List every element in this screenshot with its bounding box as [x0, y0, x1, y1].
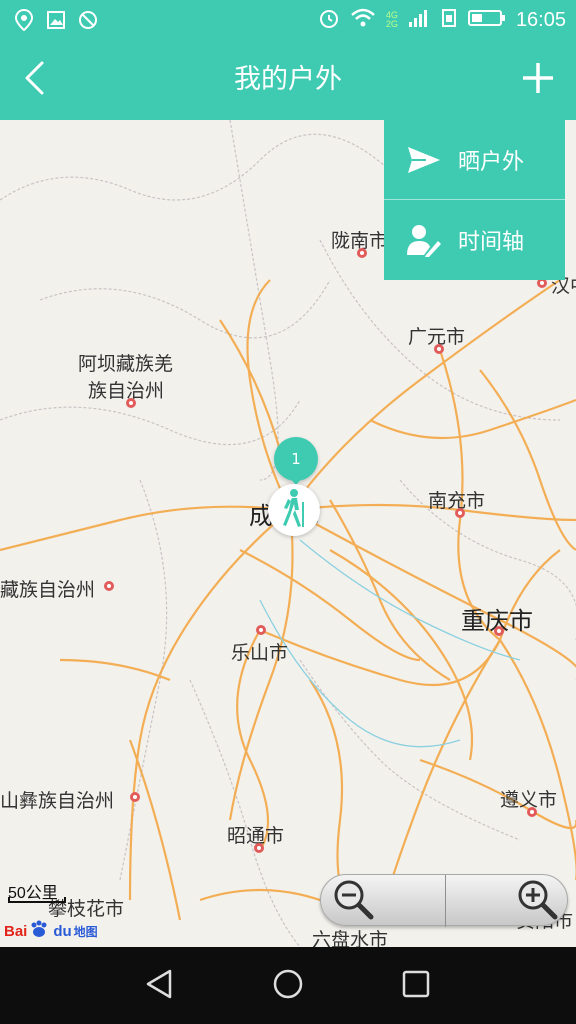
logo-ditu: 地图	[73, 924, 98, 939]
city-label: 族自治州	[88, 380, 165, 402]
nav-home-button[interactable]	[263, 961, 313, 1011]
menu-item-timeline[interactable]: 时间轴	[384, 200, 565, 280]
home-circle-icon	[272, 968, 304, 1004]
status-left-icons	[14, 8, 98, 35]
plus-icon	[521, 61, 555, 99]
city-dot	[357, 248, 367, 258]
page-title: 我的户外	[234, 64, 342, 95]
add-button[interactable]	[518, 60, 558, 100]
city-label: 乐山市	[231, 642, 289, 664]
alarm-icon	[318, 7, 340, 33]
menu-item-label: 晒户外	[458, 150, 525, 175]
network-type: 4G 2G	[386, 11, 398, 29]
hiker-icon	[279, 488, 309, 532]
zoom-control	[320, 874, 569, 927]
cluster-count-badge[interactable]: 1	[274, 437, 318, 481]
action-dropdown-menu: 晒户外 时间轴	[384, 120, 565, 280]
city-dot	[130, 792, 140, 802]
city-dot	[126, 398, 136, 408]
map-scale-bar	[8, 897, 66, 903]
nav-back-button[interactable]	[134, 961, 184, 1011]
image-icon	[46, 9, 66, 35]
city-label: 六盘水市	[312, 929, 389, 947]
menu-item-share-outdoor[interactable]: 晒户外	[384, 120, 565, 200]
city-dot	[434, 344, 444, 354]
city-dot	[104, 581, 114, 591]
clock: 16:05	[515, 8, 566, 31]
network-2g-label: 2G	[385, 19, 398, 29]
city-label: 阿坝藏族羌	[78, 353, 174, 375]
signal-icon	[408, 7, 430, 33]
zoom-out-button[interactable]	[321, 875, 445, 927]
city-label: 山彝族自治州	[0, 790, 115, 812]
nav-recents-button[interactable]	[391, 961, 441, 1011]
city-dot	[254, 843, 264, 853]
zoom-in-icon	[515, 877, 559, 925]
paw-icon	[29, 920, 49, 942]
activity-marker[interactable]	[268, 484, 320, 536]
zoom-in-button[interactable]	[445, 875, 569, 927]
wifi-icon	[350, 7, 376, 33]
system-nav-bar	[0, 947, 576, 1024]
user-edit-icon	[404, 220, 444, 260]
battery-icon	[467, 7, 506, 33]
city-dot	[455, 508, 465, 518]
recents-square-icon	[401, 969, 431, 1003]
back-triangle-icon	[144, 968, 174, 1004]
send-icon	[404, 140, 444, 180]
logo-du: du	[53, 922, 72, 940]
status-bar: 4G 2G 16:05	[0, 0, 576, 40]
zoom-out-icon	[331, 877, 375, 925]
location-icon	[14, 8, 34, 35]
baidu-map-logo: Bai du 地图	[4, 920, 98, 942]
logo-bai: Bai	[4, 922, 28, 940]
menu-item-label: 时间轴	[458, 230, 525, 255]
sim-icon	[440, 7, 458, 33]
blocked-icon	[78, 9, 98, 35]
city-dot	[494, 626, 504, 636]
status-right-icons: 4G 2G 16:05	[318, 7, 566, 33]
city-dot	[527, 807, 537, 817]
city-dot	[256, 625, 266, 635]
city-label: 藏族自治州	[0, 579, 96, 601]
app-bar: 我的户外	[0, 40, 576, 120]
